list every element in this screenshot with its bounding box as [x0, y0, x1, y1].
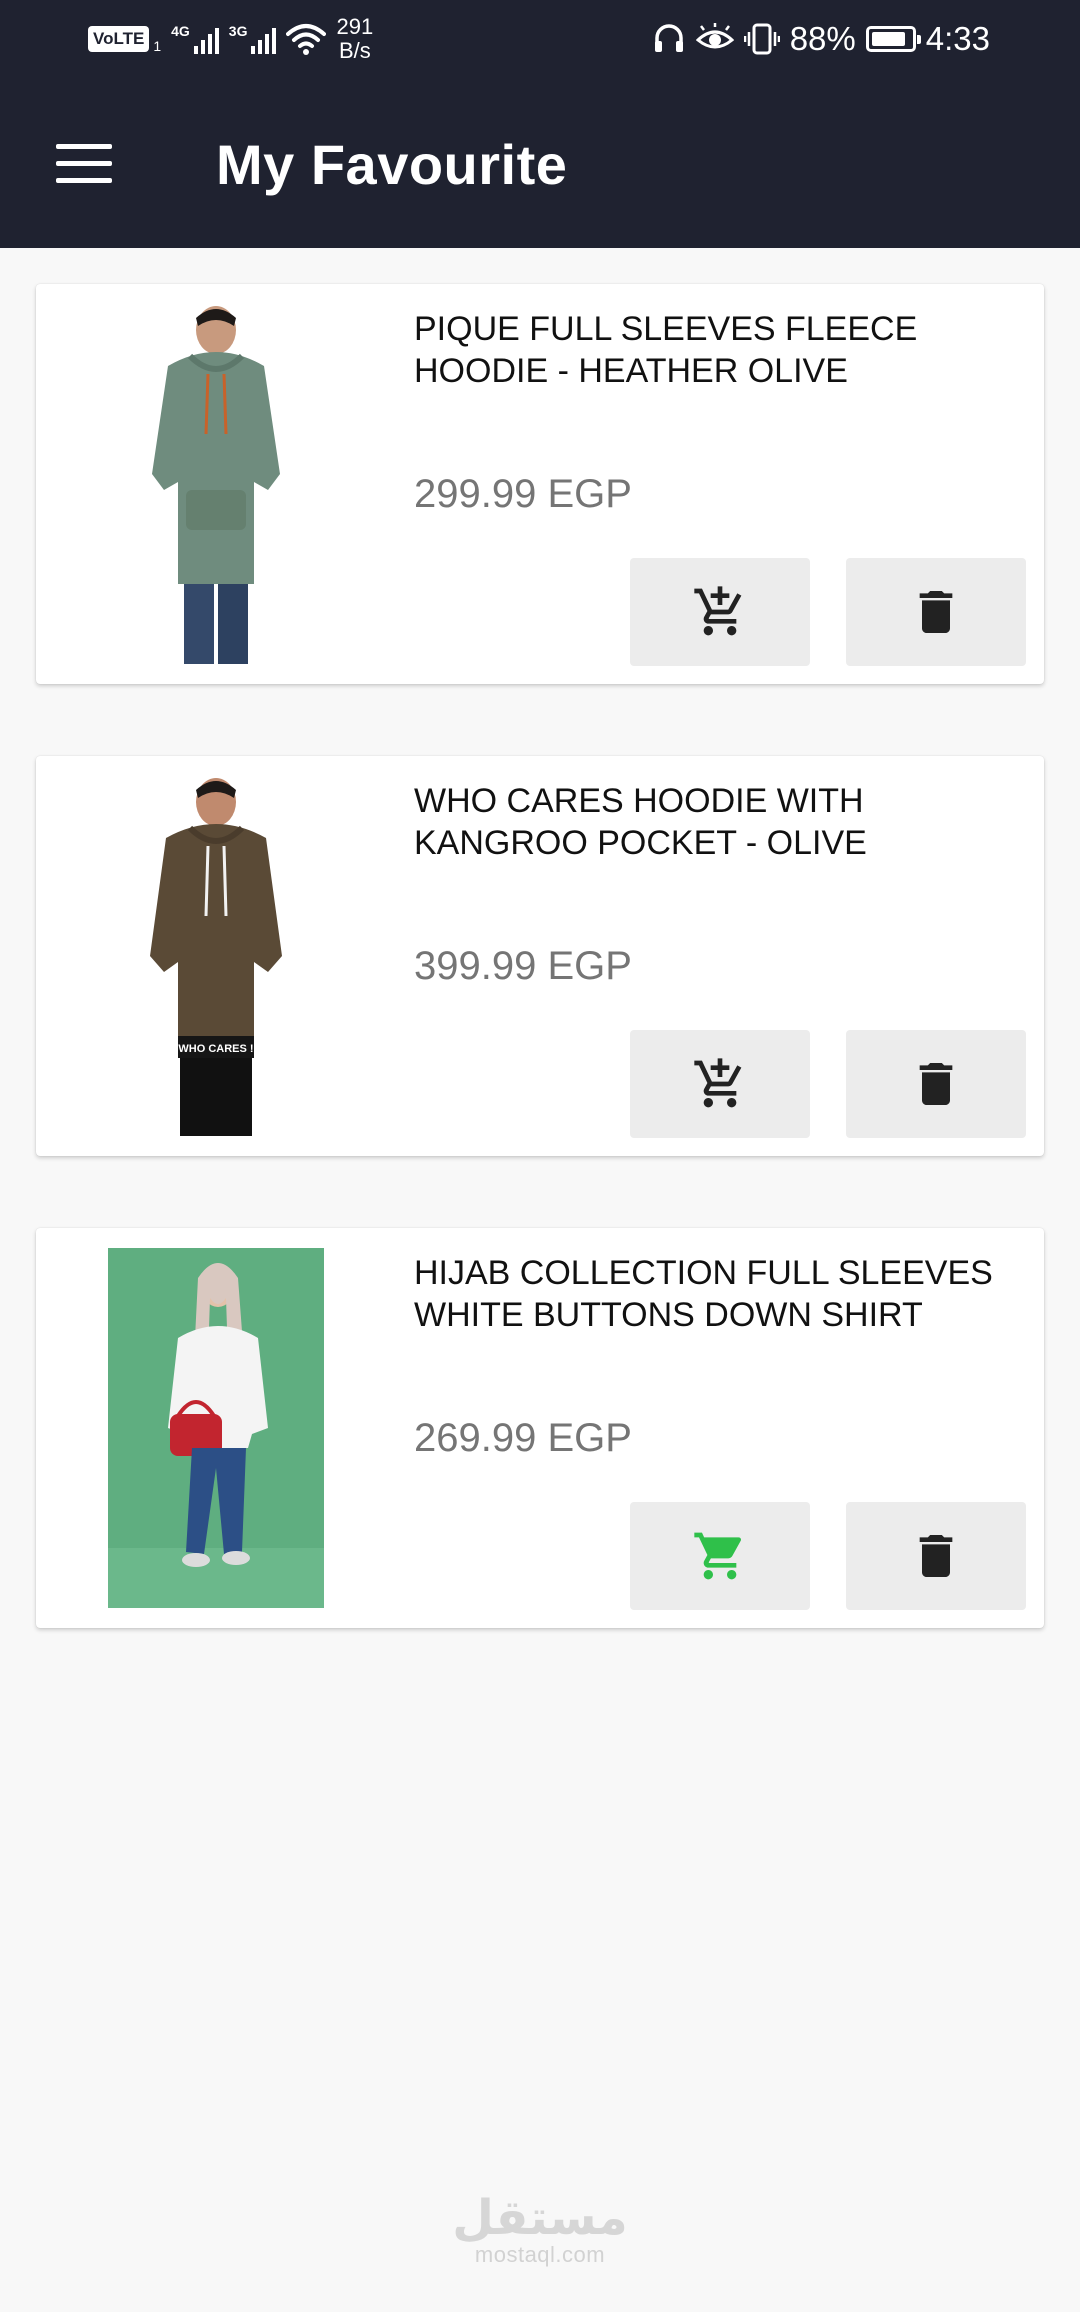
delete-icon [919, 1535, 953, 1577]
signal-icon-2 [251, 24, 277, 54]
watermark: مستقل mostaql.com [0, 2192, 1080, 2268]
add-to-cart-button[interactable] [630, 1030, 810, 1138]
app-bar: My Favourite [0, 78, 1080, 248]
product-image-hijab-white-shirt [108, 1248, 324, 1608]
product-title: HIJAB COLLECTION FULL SLEEVES WHITE BUTT… [414, 1254, 993, 1334]
delete-button[interactable] [846, 1030, 1026, 1138]
clock: 4:33 [925, 20, 990, 57]
battery-icon [865, 26, 921, 52]
data-speed-unit: B/s [338, 38, 371, 63]
product-image-print: WHO CARES ! [178, 1043, 253, 1055]
status-bar: VoLTE 1 4G 3G 291 B/s 88% 4:33 [0, 0, 1080, 78]
status-left: VoLTE 1 4G 3G 291 B/s [88, 14, 373, 64]
watermark-logo-arabic: مستقل [452, 2192, 628, 2245]
data-speed: 291 B/s [336, 15, 373, 63]
headset-icon [654, 24, 683, 52]
menu-icon[interactable] [56, 144, 112, 184]
favourite-item[interactable]: PIQUE FULL SLEEVES FLEECE HOODIE - HEATH… [36, 284, 1044, 684]
watermark-logo-latin: mostaql.com [474, 2242, 606, 2267]
add-shopping-cart-icon [694, 1058, 742, 1108]
wifi-icon [286, 24, 327, 55]
delete-button[interactable] [846, 558, 1026, 666]
sim-slot-label: 1 [153, 38, 162, 54]
network-type-1: 4G [171, 23, 190, 39]
delete-button[interactable] [846, 1502, 1026, 1610]
delete-icon [919, 1063, 953, 1105]
battery-fill [871, 32, 905, 46]
product-price: 299.99 EGP [414, 472, 632, 516]
shopping-cart-icon [694, 1532, 742, 1580]
product-image-hoodie-olive: WHO CARES ! [108, 776, 324, 1136]
volte-badge: VoLTE [88, 26, 150, 52]
product-image-hoodie-heather-olive [108, 304, 324, 664]
in-cart-button[interactable] [630, 1502, 810, 1610]
battery-percent: 88% [789, 20, 856, 57]
eye-icon [695, 23, 734, 49]
page-title: My Favourite [216, 133, 568, 196]
product-price: 269.99 EGP [414, 1416, 632, 1460]
network-type-2: 3G [228, 23, 248, 39]
product-title: WHO CARES HOODIE WITH KANGROO POCKET - O… [414, 782, 867, 862]
product-price: 399.99 EGP [414, 944, 632, 988]
vibrate-icon [743, 23, 780, 55]
add-shopping-cart-icon [694, 586, 742, 636]
signal-icon [193, 24, 219, 54]
product-title: PIQUE FULL SLEEVES FLEECE HOODIE - HEATH… [414, 310, 918, 390]
add-to-cart-button[interactable] [630, 558, 810, 666]
favourite-item[interactable]: HIJAB COLLECTION FULL SLEEVES WHITE BUTT… [36, 1228, 1044, 1628]
favourite-item[interactable]: WHO CARES ! WHO CARES HOODIE WITH KANGRO… [36, 756, 1044, 1156]
data-speed-value: 291 [336, 14, 374, 39]
delete-icon [919, 591, 953, 633]
status-right: 88% 4:33 [652, 14, 990, 64]
